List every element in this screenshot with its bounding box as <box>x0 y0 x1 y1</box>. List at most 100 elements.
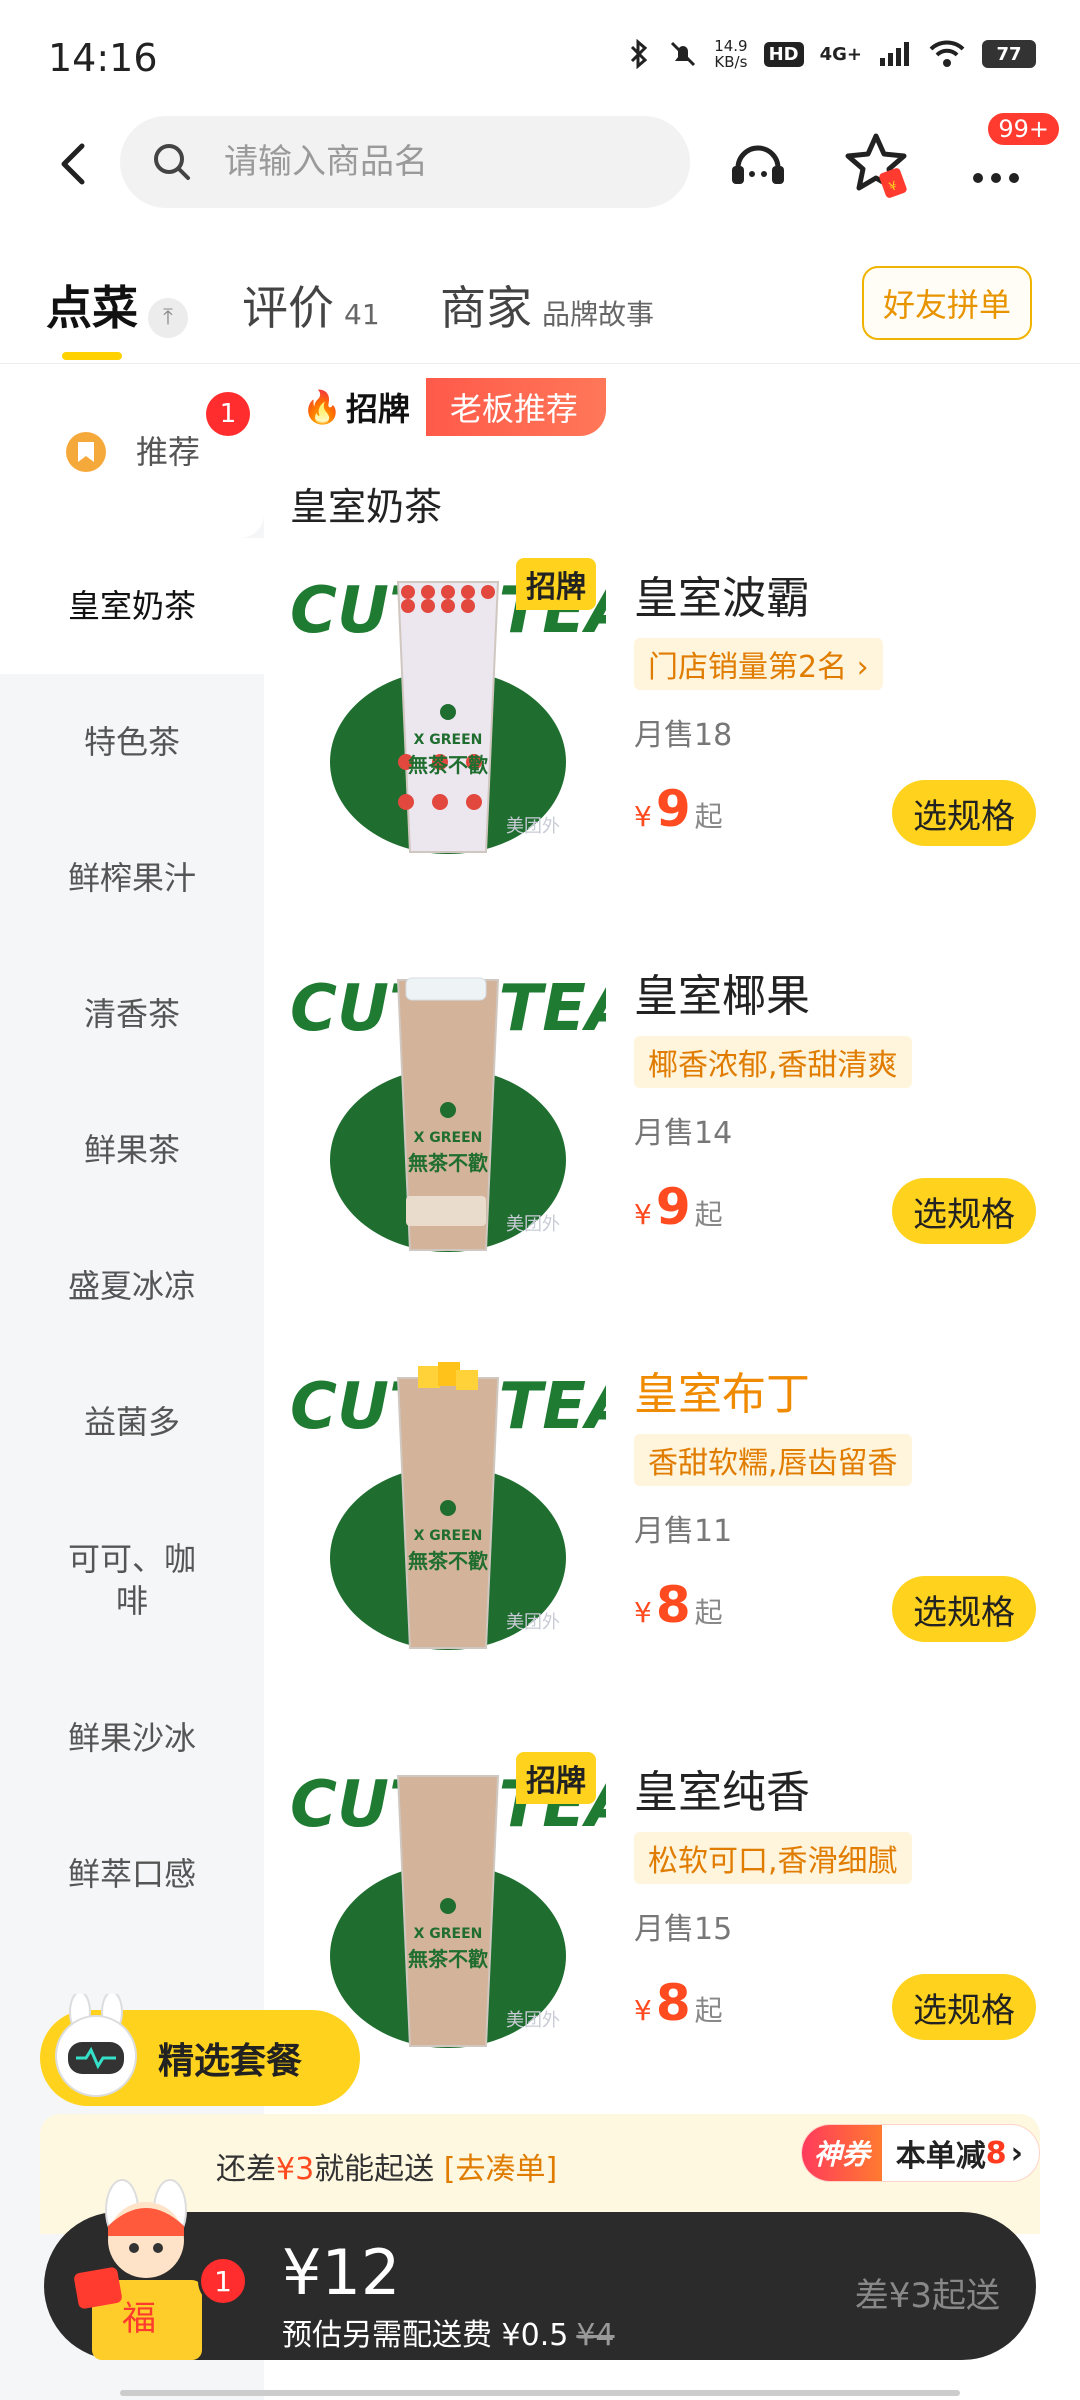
sidebar-item-recommend[interactable]: 推荐 1 <box>0 366 264 538</box>
sidebar-item-light-tea[interactable]: 清香茶 <box>0 946 264 1082</box>
coupon-amount: 8 <box>985 2135 1007 2171</box>
tab-sublabel: 品牌故事 <box>542 298 655 331</box>
search-input[interactable] <box>224 142 644 182</box>
product-sales: 月售11 <box>634 1514 733 1549</box>
recommend-icon <box>65 432 106 472</box>
product-name[interactable]: 皇室布丁 <box>634 1358 810 1422</box>
cup-slogan-text: 無茶不歡 <box>408 1151 488 1175</box>
min-order-hint: 还差¥3就能起送 [去凑单] <box>216 2144 557 2188</box>
sidebar-item-yakult[interactable]: 益菌多 <box>0 1354 264 1490</box>
fu-character: 福 <box>122 2299 156 2339</box>
friend-group-order-button[interactable]: 好友拼单 <box>862 266 1032 340</box>
tab-label: 评价 <box>242 281 334 335</box>
product-card[interactable]: CUTE TEA X GREEN 無茶不歡 美团外 皇室布丁 香甜软糯,唇齿留香… <box>288 1358 1080 1738</box>
back-icon[interactable] <box>48 136 104 192</box>
product-price: ¥ 8 起 <box>634 1974 723 2032</box>
choose-spec-button[interactable]: 选规格 <box>892 1178 1036 1244</box>
sidebar-item-fruit-smoothie[interactable]: 鲜果沙冰 <box>0 1670 264 1806</box>
sidebar-item-fresh-juice[interactable]: 鲜榨果汁 <box>0 810 264 946</box>
price-from: 起 <box>694 1596 723 1629</box>
choose-spec-button[interactable]: 选规格 <box>892 1576 1036 1642</box>
price-currency: ¥ <box>634 800 652 833</box>
cart-total: ¥12 <box>282 2236 401 2309</box>
product-list: 🔥 招牌 老板推荐 皇室奶茶 CUTE TEA X GREEN 無茶不歡 美团外… <box>288 366 1080 2400</box>
cup-brand-text: X GREEN <box>414 1528 483 1544</box>
coupon-badge[interactable]: 神券 本单减 8 › <box>800 2124 1040 2182</box>
robot-mascot-icon <box>55 1994 137 2097</box>
price-from: 起 <box>694 800 723 833</box>
price-value: 8 <box>655 1576 691 1634</box>
cup-slogan-text: 無茶不歡 <box>408 1549 488 1573</box>
product-sales: 月售18 <box>634 718 733 753</box>
product-card[interactable]: CUTE TEA X GREEN 無茶不歡 美团外 招牌 皇室波霸 门店销量第2… <box>288 558 1080 942</box>
tab-bar: 点菜 ⤒ 评价 41 商家 品牌故事 好友拼单 <box>0 248 1080 364</box>
product-price: ¥ 8 起 <box>634 1576 723 1634</box>
coupon-label: 神券 <box>801 2125 882 2181</box>
product-sales: 月售14 <box>634 1116 733 1151</box>
cup-slogan-text: 無茶不歡 <box>408 1947 488 1971</box>
product-sales: 月售15 <box>634 1912 733 1947</box>
promo-amount: ¥3 <box>276 2152 315 2187</box>
coupon-discount: 本单减 8 › <box>882 2125 1039 2181</box>
coupon-text: 本单减 <box>895 2139 986 2174</box>
combo-set-button[interactable]: 精选套餐 <box>40 1994 360 2106</box>
product-price: ¥ 9 起 <box>634 1178 723 1236</box>
sidebar-item-summer-ice[interactable]: 盛夏冰凉 <box>0 1218 264 1354</box>
product-image[interactable]: CUTE TEA X GREEN 無茶不歡 美团外 <box>288 960 606 1260</box>
customer-service-icon[interactable] <box>724 130 792 198</box>
wifi-icon <box>929 40 965 67</box>
combo-label: 精选套餐 <box>158 2041 303 2082</box>
choose-spec-button[interactable]: 选规格 <box>892 780 1036 846</box>
pin-top-icon[interactable]: ⤒ <box>148 297 188 338</box>
choose-spec-button[interactable]: 选规格 <box>892 1974 1036 2040</box>
tab-label: 商家 <box>440 281 532 335</box>
search-box[interactable] <box>120 116 690 208</box>
boss-recommend-label: 老板推荐 <box>425 378 606 436</box>
product-name[interactable]: 皇室波霸 <box>634 562 810 626</box>
watermark-text: 美团外 <box>506 2010 560 2031</box>
delivery-fee: 预估另需配送费 ¥0.5 ¥4 <box>282 2310 615 2354</box>
tab-count: 41 <box>344 298 380 331</box>
sidebar-item-fruit-tea[interactable]: 鲜果茶 <box>0 1082 264 1218</box>
tab-merchant[interactable]: 商家 品牌故事 <box>440 272 654 338</box>
product-name[interactable]: 皇室椰果 <box>634 960 810 1024</box>
watermark-text: 美团外 <box>506 816 560 837</box>
watermark-text: 美团外 <box>506 1214 560 1235</box>
search-icon <box>154 144 190 180</box>
product-tag: 椰香浓郁,香甜清爽 <box>634 1036 912 1088</box>
sidebar-item-special-tea[interactable]: 特色茶 <box>0 674 264 810</box>
net-speed: 14.9 KB/s <box>714 37 748 71</box>
tab-order[interactable]: 点菜 ⤒ <box>46 272 188 338</box>
product-card[interactable]: CUTE TEA X GREEN 無茶不歡 美团外 招牌 皇室纯香 松软可口,香… <box>288 1752 1080 2136</box>
price-value: 9 <box>655 780 691 838</box>
chevron-right-icon: › <box>1010 2135 1023 2171</box>
price-currency: ¥ <box>634 1994 652 2027</box>
price-currency: ¥ <box>634 1198 652 1231</box>
product-price: ¥ 9 起 <box>634 780 723 838</box>
product-image[interactable]: CUTE TEA X GREEN 無茶不歡 美团外 <box>288 1358 606 1658</box>
status-icons: 14.9 KB/s HD 4G+ 77 <box>626 38 1036 70</box>
product-tag: 香甜软糯,唇齿留香 <box>634 1434 912 1486</box>
add-items-link[interactable]: [去凑单] <box>444 2152 557 2187</box>
sidebar-item-cocoa-coffee[interactable]: 可可、咖 啡 <box>0 1490 264 1670</box>
price-from: 起 <box>694 1198 723 1231</box>
favorite-star-icon[interactable]: ¥ <box>842 130 910 198</box>
signature-banner: 🔥 招牌 老板推荐 <box>288 378 606 436</box>
status-bar: 14:16 14.9 KB/s HD 4G+ 77 <box>0 0 1080 110</box>
delivery-fee-original: ¥4 <box>576 2318 615 2353</box>
more-badge: 99+ <box>985 110 1062 148</box>
signature-tag: 招牌 <box>516 558 596 610</box>
delivery-fee-text: 预估另需配送费 ¥0.5 <box>282 2318 569 2353</box>
sidebar-item-fresh-extract[interactable]: 鲜萃口感 <box>0 1806 264 1942</box>
product-card[interactable]: CUTE TEA X GREEN 無茶不歡 美团外 皇室椰果 椰香浓郁,香甜清爽… <box>288 960 1080 1340</box>
recommend-badge: 1 <box>206 392 250 436</box>
price-value: 8 <box>655 1974 691 2032</box>
sidebar-item-royal-milk-tea[interactable]: 皇室奶茶 <box>0 538 264 674</box>
signature-tag: 招牌 <box>516 1752 596 1804</box>
tab-reviews[interactable]: 评价 41 <box>242 272 380 338</box>
product-name[interactable]: 皇室纯香 <box>634 1756 810 1820</box>
price-from: 起 <box>694 1994 723 2027</box>
cup-brand-text: X GREEN <box>414 732 483 748</box>
gesture-bar <box>120 2390 960 2396</box>
signature-label: 🔥 招牌 <box>288 378 426 436</box>
